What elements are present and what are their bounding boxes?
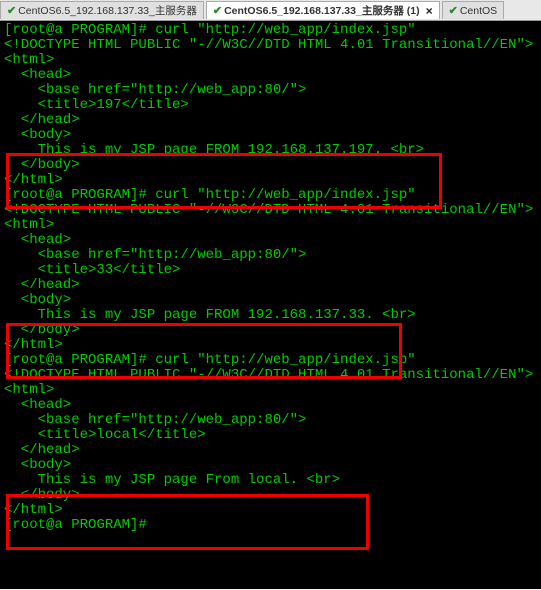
terminal-line: <head>: [4, 68, 537, 83]
terminal-line: </head>: [4, 113, 537, 128]
check-icon: ✔: [7, 4, 16, 17]
tab-server-3[interactable]: ✔ CentOS: [442, 1, 505, 19]
check-icon: ✔: [213, 4, 222, 17]
terminal-line: <!DOCTYPE HTML PUBLIC "-//W3C//DTD HTML …: [4, 368, 537, 383]
terminal-output[interactable]: [root@a PROGRAM]# curl "http://web_app/i…: [0, 21, 541, 589]
terminal-line: <html>: [4, 218, 537, 233]
tab-bar: ✔ CentOS6.5_192.168.137.33_主服务器 ✔ CentOS…: [0, 0, 541, 21]
tab-server-2-active[interactable]: ✔ CentOS6.5_192.168.137.33_主服务器 (1) ×: [206, 1, 440, 19]
tab-server-1[interactable]: ✔ CentOS6.5_192.168.137.33_主服务器: [0, 1, 204, 19]
terminal-line: <base href="http://web_app:80/">: [4, 83, 537, 98]
terminal-line: <!DOCTYPE HTML PUBLIC "-//W3C//DTD HTML …: [4, 203, 537, 218]
terminal-line: </html>: [4, 338, 537, 353]
terminal-line: <head>: [4, 233, 537, 248]
terminal-line: </html>: [4, 173, 537, 188]
check-icon: ✔: [449, 4, 458, 17]
terminal-line: [root@a PROGRAM]# curl "http://web_app/i…: [4, 23, 537, 38]
tab-label: CentOS: [460, 5, 497, 17]
terminal-line: This is my JSP page From local. <br>: [4, 473, 537, 488]
terminal-line: <title>197</title>: [4, 98, 537, 113]
terminal-line: </body>: [4, 488, 537, 503]
terminal-line: </body>: [4, 323, 537, 338]
terminal-line: [root@a PROGRAM]# curl "http://web_app/i…: [4, 188, 537, 203]
terminal-line: <head>: [4, 398, 537, 413]
terminal-line: <title>33</title>: [4, 263, 537, 278]
terminal-line: </head>: [4, 443, 537, 458]
terminal-line: <!DOCTYPE HTML PUBLIC "-//W3C//DTD HTML …: [4, 38, 537, 53]
terminal-line: <base href="http://web_app:80/">: [4, 248, 537, 263]
terminal-line: </html>: [4, 503, 537, 518]
terminal-line: <body>: [4, 293, 537, 308]
terminal-line: <body>: [4, 458, 537, 473]
terminal-line: <base href="http://web_app:80/">: [4, 413, 537, 428]
terminal-line: <html>: [4, 383, 537, 398]
close-icon[interactable]: ×: [426, 4, 433, 18]
terminal-line: <body>: [4, 128, 537, 143]
tab-label: CentOS6.5_192.168.137.33_主服务器 (1): [224, 3, 420, 18]
terminal-line: [root@a PROGRAM]#: [4, 518, 537, 533]
terminal-line: <title>local</title>: [4, 428, 537, 443]
terminal-line: <html>: [4, 53, 537, 68]
terminal-line: [root@a PROGRAM]# curl "http://web_app/i…: [4, 353, 537, 368]
terminal-line: </head>: [4, 278, 537, 293]
terminal-line: This is my JSP page FROM 192.168.137.197…: [4, 143, 537, 158]
terminal-line: This is my JSP page FROM 192.168.137.33.…: [4, 308, 537, 323]
terminal-line: </body>: [4, 158, 537, 173]
tab-label: CentOS6.5_192.168.137.33_主服务器: [18, 3, 197, 18]
